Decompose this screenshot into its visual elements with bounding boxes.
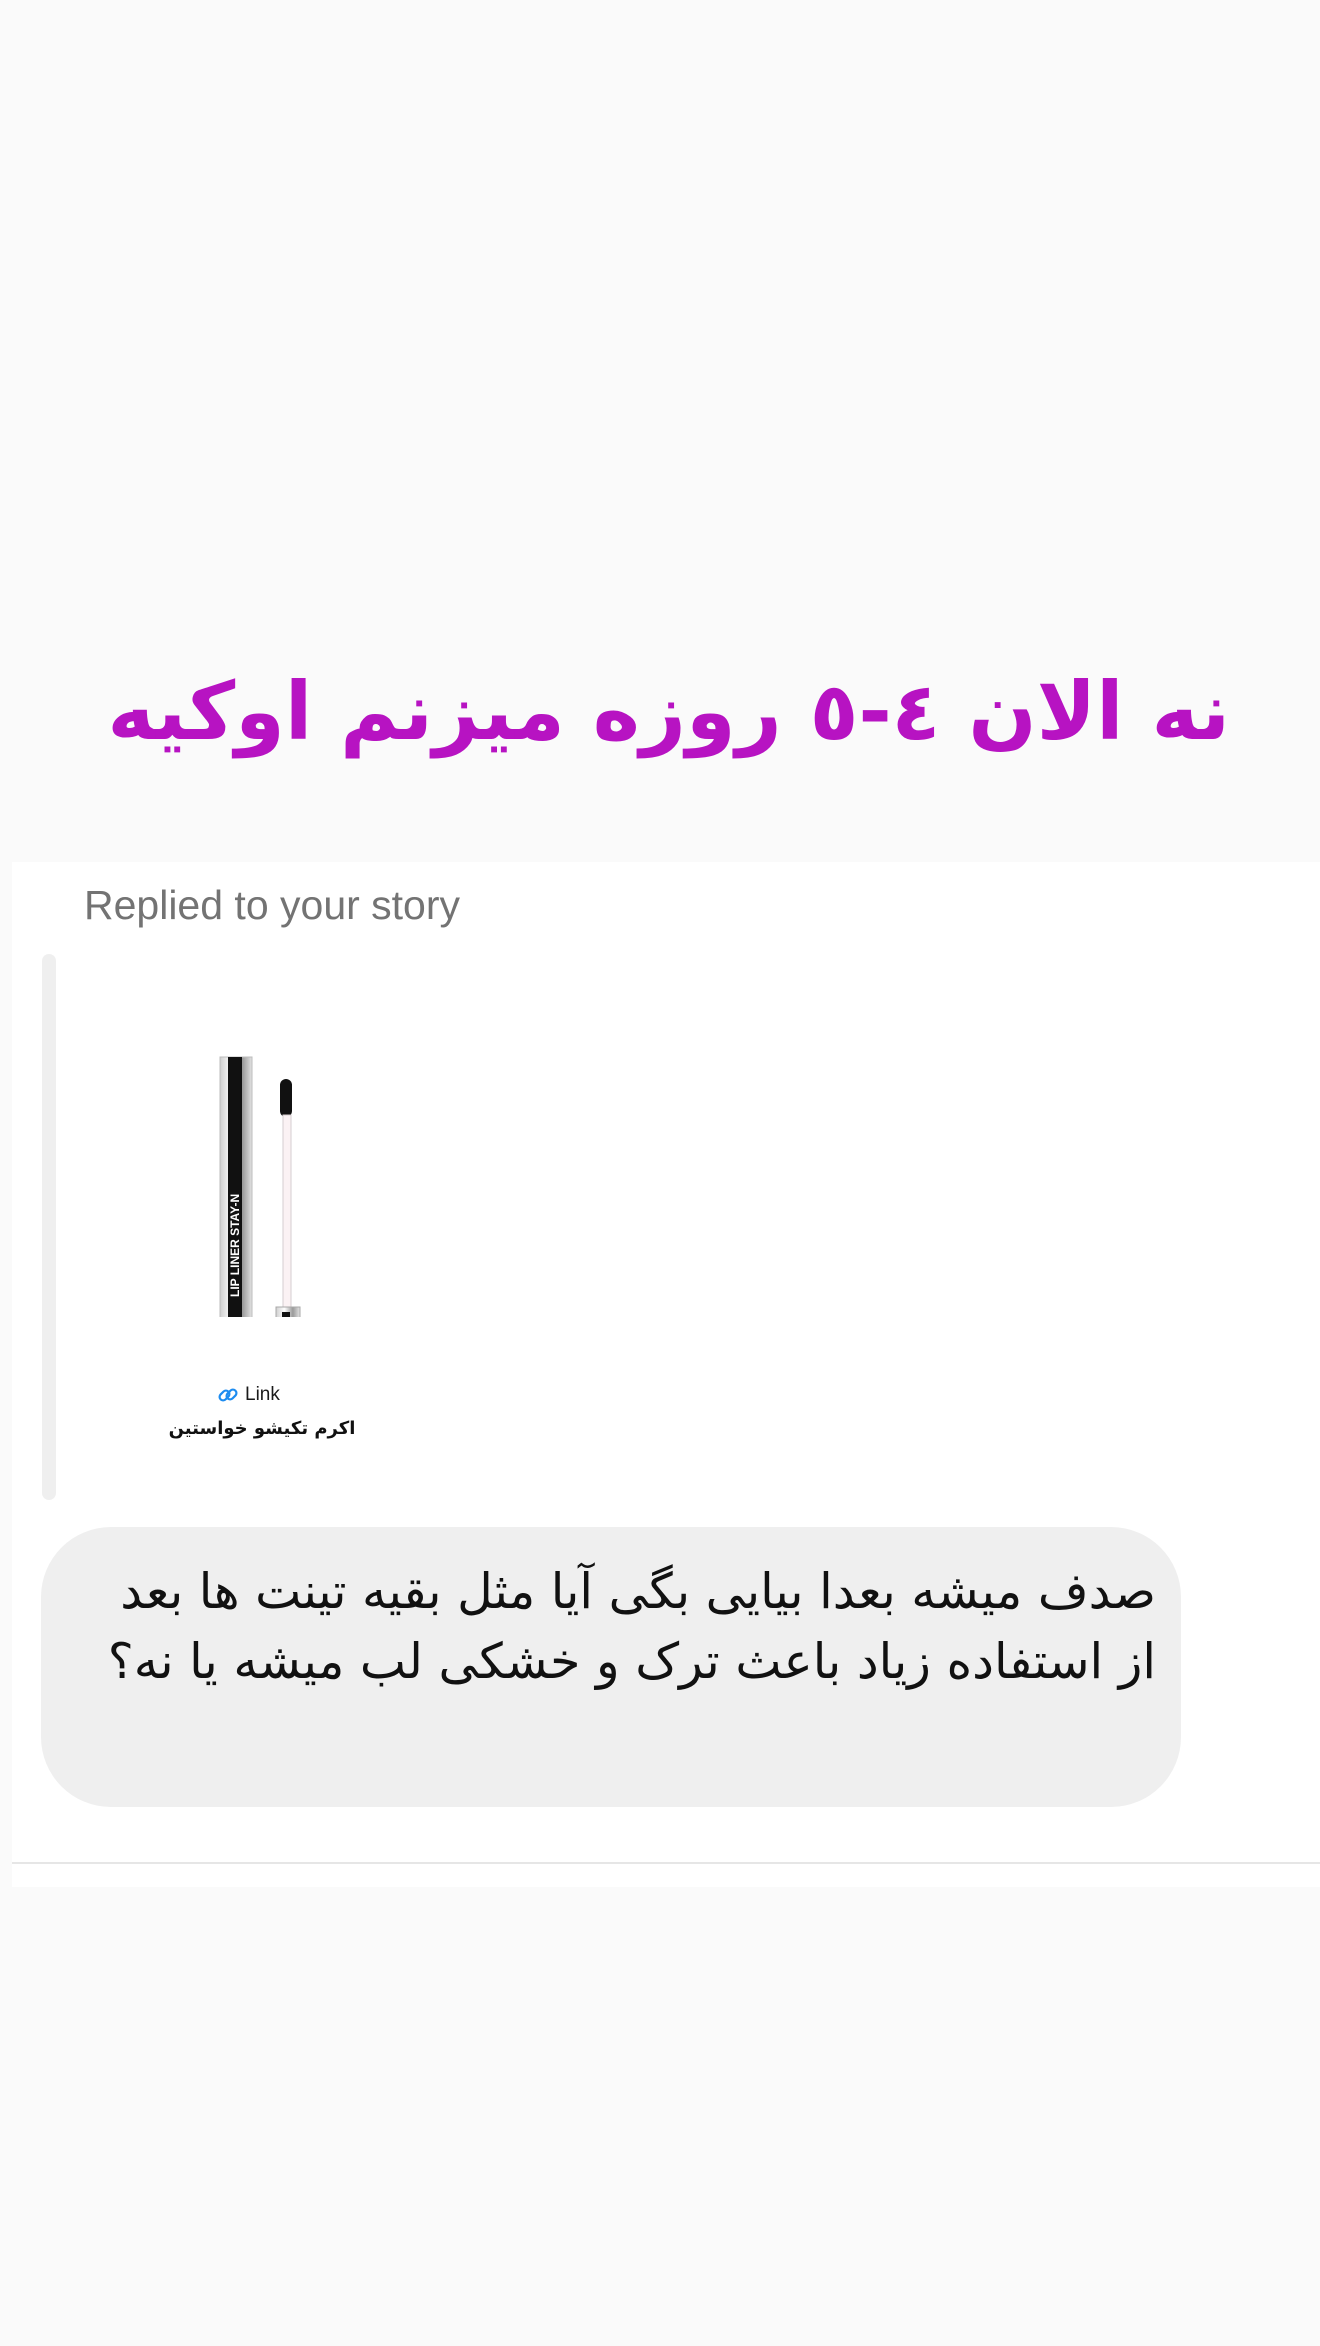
- story-reply-message: Replied to your story LIP LINER STAY-N L…: [12, 862, 1320, 1887]
- message-text: صدف میشه بعدا بیایی بگی آیا مثل بقیه تین…: [107, 1563, 1156, 1690]
- story-caption: اکرم تکیشو خواستین: [168, 1418, 356, 1439]
- message-bubble[interactable]: صدف میشه بعدا بیایی بگی آیا مثل بقیه تین…: [41, 1527, 1181, 1807]
- product-label: LIP LINER STAY-N: [228, 1194, 242, 1297]
- link-icon: [218, 1388, 238, 1402]
- story-link[interactable]: Link: [217, 1384, 280, 1406]
- story-overlay-text: نه الان ٤-٥ روزه میزنم اوکیه: [107, 665, 1230, 758]
- story-thumbnail[interactable]: LIP LINER STAY-N: [162, 987, 362, 1353]
- replied-to-story-label: Replied to your story: [84, 882, 461, 928]
- lip-liner-product-image: LIP LINER STAY-N: [219, 1056, 301, 1353]
- story-quote-bar: [42, 954, 56, 1500]
- divider: [12, 1862, 1320, 1864]
- link-label: Link: [245, 1384, 280, 1405]
